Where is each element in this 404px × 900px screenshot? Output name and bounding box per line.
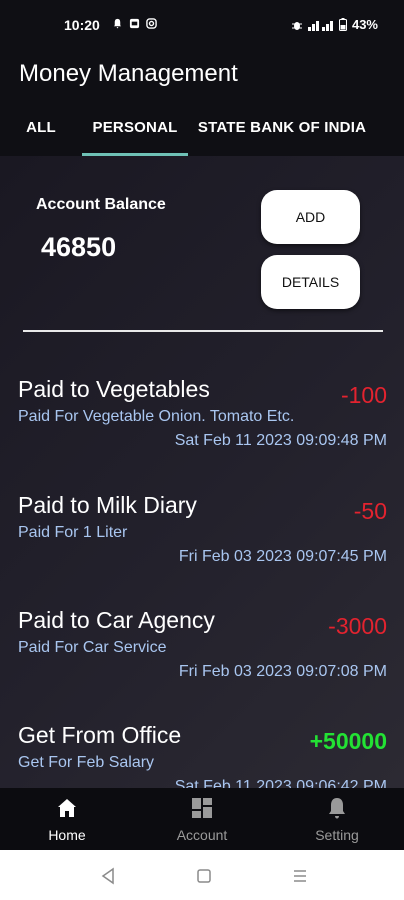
status-time: 10:20 (64, 17, 100, 33)
nav-setting-label: Setting (315, 827, 359, 843)
transaction-amount: +50000 (309, 728, 387, 754)
transaction-amount: -3000 (328, 613, 387, 639)
balance-value: 46850 (41, 232, 117, 262)
signal-icon (307, 20, 333, 31)
transaction-date: Fri Feb 03 2023 09:07:45 PM (178, 548, 387, 565)
details-button[interactable]: DETAILS (261, 255, 360, 309)
transaction-description: Paid For Vegetable Onion. Tomato Etc. (18, 408, 295, 425)
system-navigation-bar (0, 850, 404, 900)
nav-setting[interactable]: Setting (270, 788, 404, 850)
instagram-icon (146, 18, 157, 29)
transaction-title: Paid to Milk Diary (18, 492, 197, 518)
bug-icon (291, 21, 302, 30)
bottom-navigation: Home Account Setting (0, 788, 404, 850)
account-tabs: ALL PERSONAL STATE BANK OF INDIA (0, 119, 404, 156)
home-button-icon[interactable] (194, 866, 214, 886)
transaction-date: Sat Feb 11 2023 09:09:48 PM (174, 432, 387, 449)
balance-label: Account Balance (36, 196, 166, 213)
transaction-description: Get For Feb Salary (18, 754, 155, 771)
message-app-icon (129, 18, 140, 29)
transaction-item[interactable]: Paid to Car Agency -3000 Paid For Car Se… (0, 607, 404, 717)
nav-home[interactable]: Home (0, 788, 134, 850)
home-icon (58, 799, 76, 817)
nav-home-label: Home (48, 827, 86, 843)
transaction-amount: -100 (340, 382, 387, 408)
transaction-item[interactable]: Paid to Milk Diary -50 Paid For 1 Liter … (0, 492, 404, 602)
account-content[interactable]: Account Balance 46850 ADD DETAILS Paid t… (0, 156, 404, 788)
tab-all[interactable]: ALL (19, 119, 63, 156)
transaction-date: Fri Feb 03 2023 09:07:08 PM (178, 663, 387, 680)
bell-icon (329, 798, 345, 819)
recents-icon[interactable] (290, 866, 310, 886)
nav-account-label: Account (176, 827, 228, 843)
transaction-description: Paid For Car Service (18, 639, 167, 656)
back-icon[interactable] (98, 866, 118, 886)
notification-icons (112, 18, 157, 29)
tab-personal[interactable]: PERSONAL (82, 119, 188, 156)
divider (23, 330, 383, 332)
nav-account[interactable]: Account (135, 788, 269, 850)
transaction-item[interactable]: Paid to Vegetables -100 Paid For Vegetab… (0, 376, 404, 486)
dashboard-icon (192, 798, 212, 818)
tab-state-bank-of-india[interactable]: STATE BANK OF INDIA (196, 119, 368, 156)
app-title: Money Management (19, 60, 238, 87)
transaction-amount: -50 (353, 498, 387, 524)
transaction-title: Paid to Car Agency (18, 607, 215, 633)
battery-percent: 43% (351, 17, 378, 32)
transaction-date: Sat Feb 11 2023 09:06:42 PM (174, 778, 387, 788)
transaction-description: Paid For 1 Liter (18, 524, 128, 541)
transaction-title: Get From Office (18, 722, 182, 748)
transaction-title: Paid to Vegetables (18, 376, 210, 402)
transaction-item[interactable]: Get From Office +50000 Get For Feb Salar… (0, 722, 404, 788)
battery-icon (338, 18, 347, 31)
add-button[interactable]: ADD (261, 190, 360, 244)
status-bar: 10:20 43% (0, 0, 404, 52)
notification-bell-icon (113, 18, 122, 29)
app-bar: Money Management ALL PERSONAL STATE BANK… (0, 52, 404, 156)
system-status: 43% (291, 17, 378, 32)
